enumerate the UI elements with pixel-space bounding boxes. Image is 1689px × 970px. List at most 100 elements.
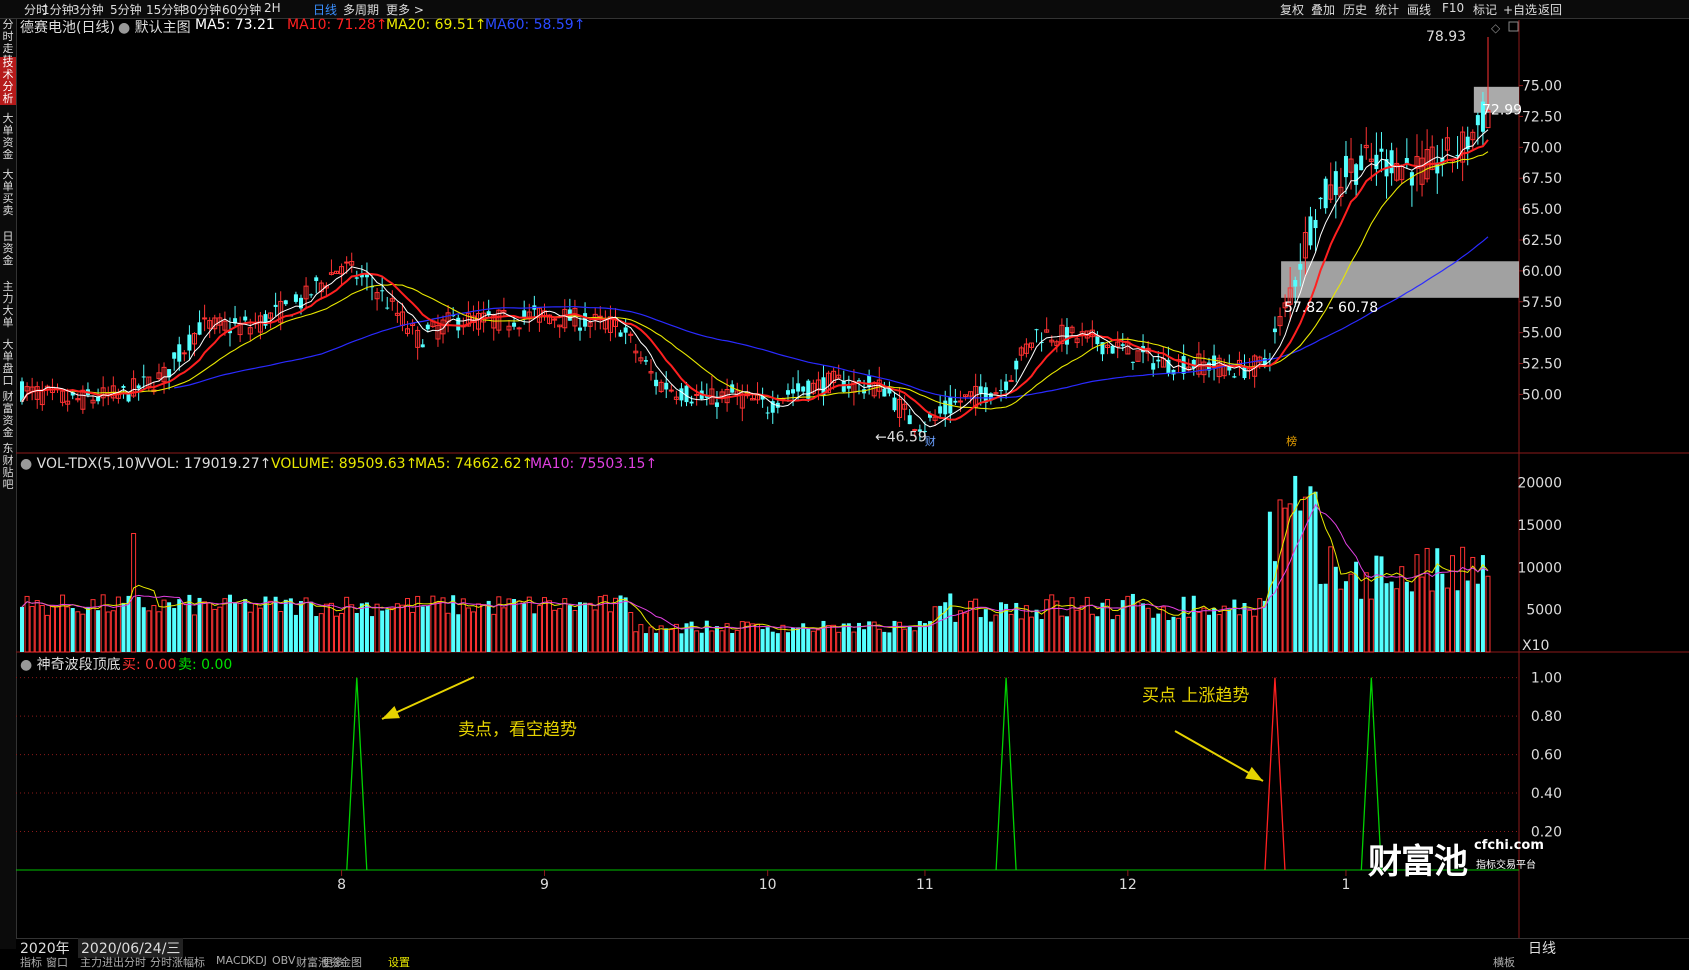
- candle-body: [126, 394, 131, 402]
- bottom-tab-4[interactable]: MACD: [216, 954, 249, 967]
- stock-chart[interactable]: 50.00 52.50 55.00 57.50 60.00 62.50 65.00 67.50…: [0, 0, 1689, 966]
- bottom-tab-0[interactable]: 指标: [20, 954, 42, 970]
- candle-body: [1404, 157, 1409, 164]
- volume-bar: [501, 607, 507, 653]
- volume-bar: [993, 614, 999, 653]
- price-tick-label: 72.50: [1522, 109, 1562, 125]
- candle-body: [243, 316, 248, 321]
- volume-bar: [552, 609, 558, 653]
- signal-tick-label: 1.00: [1531, 671, 1562, 687]
- volume-bar: [1023, 605, 1029, 653]
- volume-bar: [486, 600, 491, 652]
- volume-bar: [334, 615, 340, 653]
- volume-bar: [1343, 581, 1348, 652]
- volume-bar: [1257, 598, 1263, 653]
- volume-bar: [1328, 546, 1334, 653]
- volume-bar: [1130, 593, 1135, 652]
- volume-bar: [85, 606, 90, 652]
- volume-bar: [1100, 602, 1105, 652]
- volume-bar: [739, 621, 745, 653]
- candle-body: [121, 386, 126, 388]
- candle-body: [309, 294, 314, 296]
- volume-bar: [156, 611, 162, 653]
- candle-body: [1354, 164, 1359, 185]
- volume-bar: [20, 606, 24, 652]
- volume-bar: [999, 602, 1004, 652]
- volume-bar: [456, 614, 461, 652]
- candle-body: [654, 379, 659, 387]
- candle-body: [512, 322, 517, 327]
- volume-bar: [724, 623, 730, 653]
- volume-bar: [887, 632, 892, 652]
- volume-bar: [80, 613, 86, 653]
- bottom-tab-8[interactable]: 更多: [322, 954, 344, 970]
- candle-body: [801, 386, 806, 392]
- price-tick-label: 52.50: [1522, 357, 1562, 373]
- volume-bar: [65, 606, 71, 653]
- volume-bar: [1348, 573, 1354, 653]
- volume-bar: [1293, 475, 1298, 652]
- bottom-tab-3[interactable]: 分时涨幅标: [150, 954, 205, 970]
- volume-bar: [1440, 573, 1445, 652]
- volume-bar: [1470, 556, 1476, 653]
- volume-bar: [1298, 510, 1303, 652]
- volume-bar: [278, 611, 284, 653]
- candle-body: [796, 383, 801, 392]
- volume-bar: [623, 597, 628, 652]
- volume-bar: [1272, 561, 1277, 652]
- volume-bar: [796, 627, 801, 652]
- price-tick-label: 70.00: [1522, 140, 1562, 156]
- volume-bar: [862, 629, 867, 652]
- volume-bar: [1039, 619, 1044, 652]
- volume-bar: [592, 609, 598, 653]
- volume-bar: [288, 598, 293, 652]
- volume-bar: [60, 594, 66, 653]
- volume-bar: [1018, 618, 1024, 653]
- volume-bar: [1302, 496, 1308, 653]
- volume-bar: [851, 631, 857, 653]
- volume-bar: [1399, 566, 1405, 653]
- volume-tick-label: 15000: [1517, 518, 1562, 534]
- volume-bar: [607, 611, 613, 653]
- volume-bar: [562, 598, 568, 653]
- volume-bar: [1242, 603, 1247, 652]
- volume-bar: [55, 606, 61, 653]
- volume-bar: [506, 598, 512, 653]
- bottom-tab-6[interactable]: OBV: [272, 954, 295, 967]
- bottom-tab-9[interactable]: 设置: [388, 954, 410, 970]
- price-tick-label: 62.50: [1522, 233, 1562, 249]
- volume-bar: [465, 607, 471, 653]
- volume-bar: [1389, 581, 1394, 652]
- candle-body: [1272, 328, 1277, 333]
- date-tick-label: 9: [540, 877, 549, 893]
- volume-bar: [709, 630, 715, 653]
- candle-body: [1379, 148, 1384, 152]
- volume-bar: [810, 630, 816, 653]
- volume-bar: [298, 601, 303, 652]
- volume-bar: [1424, 547, 1430, 653]
- volume-bar: [1267, 511, 1272, 652]
- volume-bar: [1318, 583, 1323, 652]
- price-tick-label: 67.50: [1522, 171, 1562, 187]
- bottom-tab-5[interactable]: KDJ: [248, 954, 267, 967]
- candle-body: [1409, 172, 1414, 186]
- volume-bar: [1074, 609, 1080, 653]
- volume-bar: [770, 631, 775, 652]
- candle-body: [664, 382, 669, 390]
- volume-bar: [1368, 598, 1374, 653]
- candle-body: [1181, 356, 1186, 374]
- volume-bar: [541, 597, 547, 653]
- volume-bar: [1028, 616, 1034, 653]
- layout-mode[interactable]: 横板: [1493, 954, 1515, 970]
- volume-bar: [1359, 598, 1364, 652]
- volume-tick-label: 10000: [1517, 560, 1562, 576]
- volume-bar: [1338, 588, 1344, 653]
- volume-bar: [1287, 503, 1293, 653]
- volume-bar: [344, 596, 350, 653]
- volume-bar: [1455, 590, 1460, 652]
- volume-bar: [1409, 591, 1414, 652]
- bottom-tab-2[interactable]: 主力进出分时: [80, 954, 146, 970]
- candle-body: [181, 352, 187, 355]
- bottom-tab-1[interactable]: 窗口: [46, 954, 68, 970]
- volume-bar: [694, 630, 700, 653]
